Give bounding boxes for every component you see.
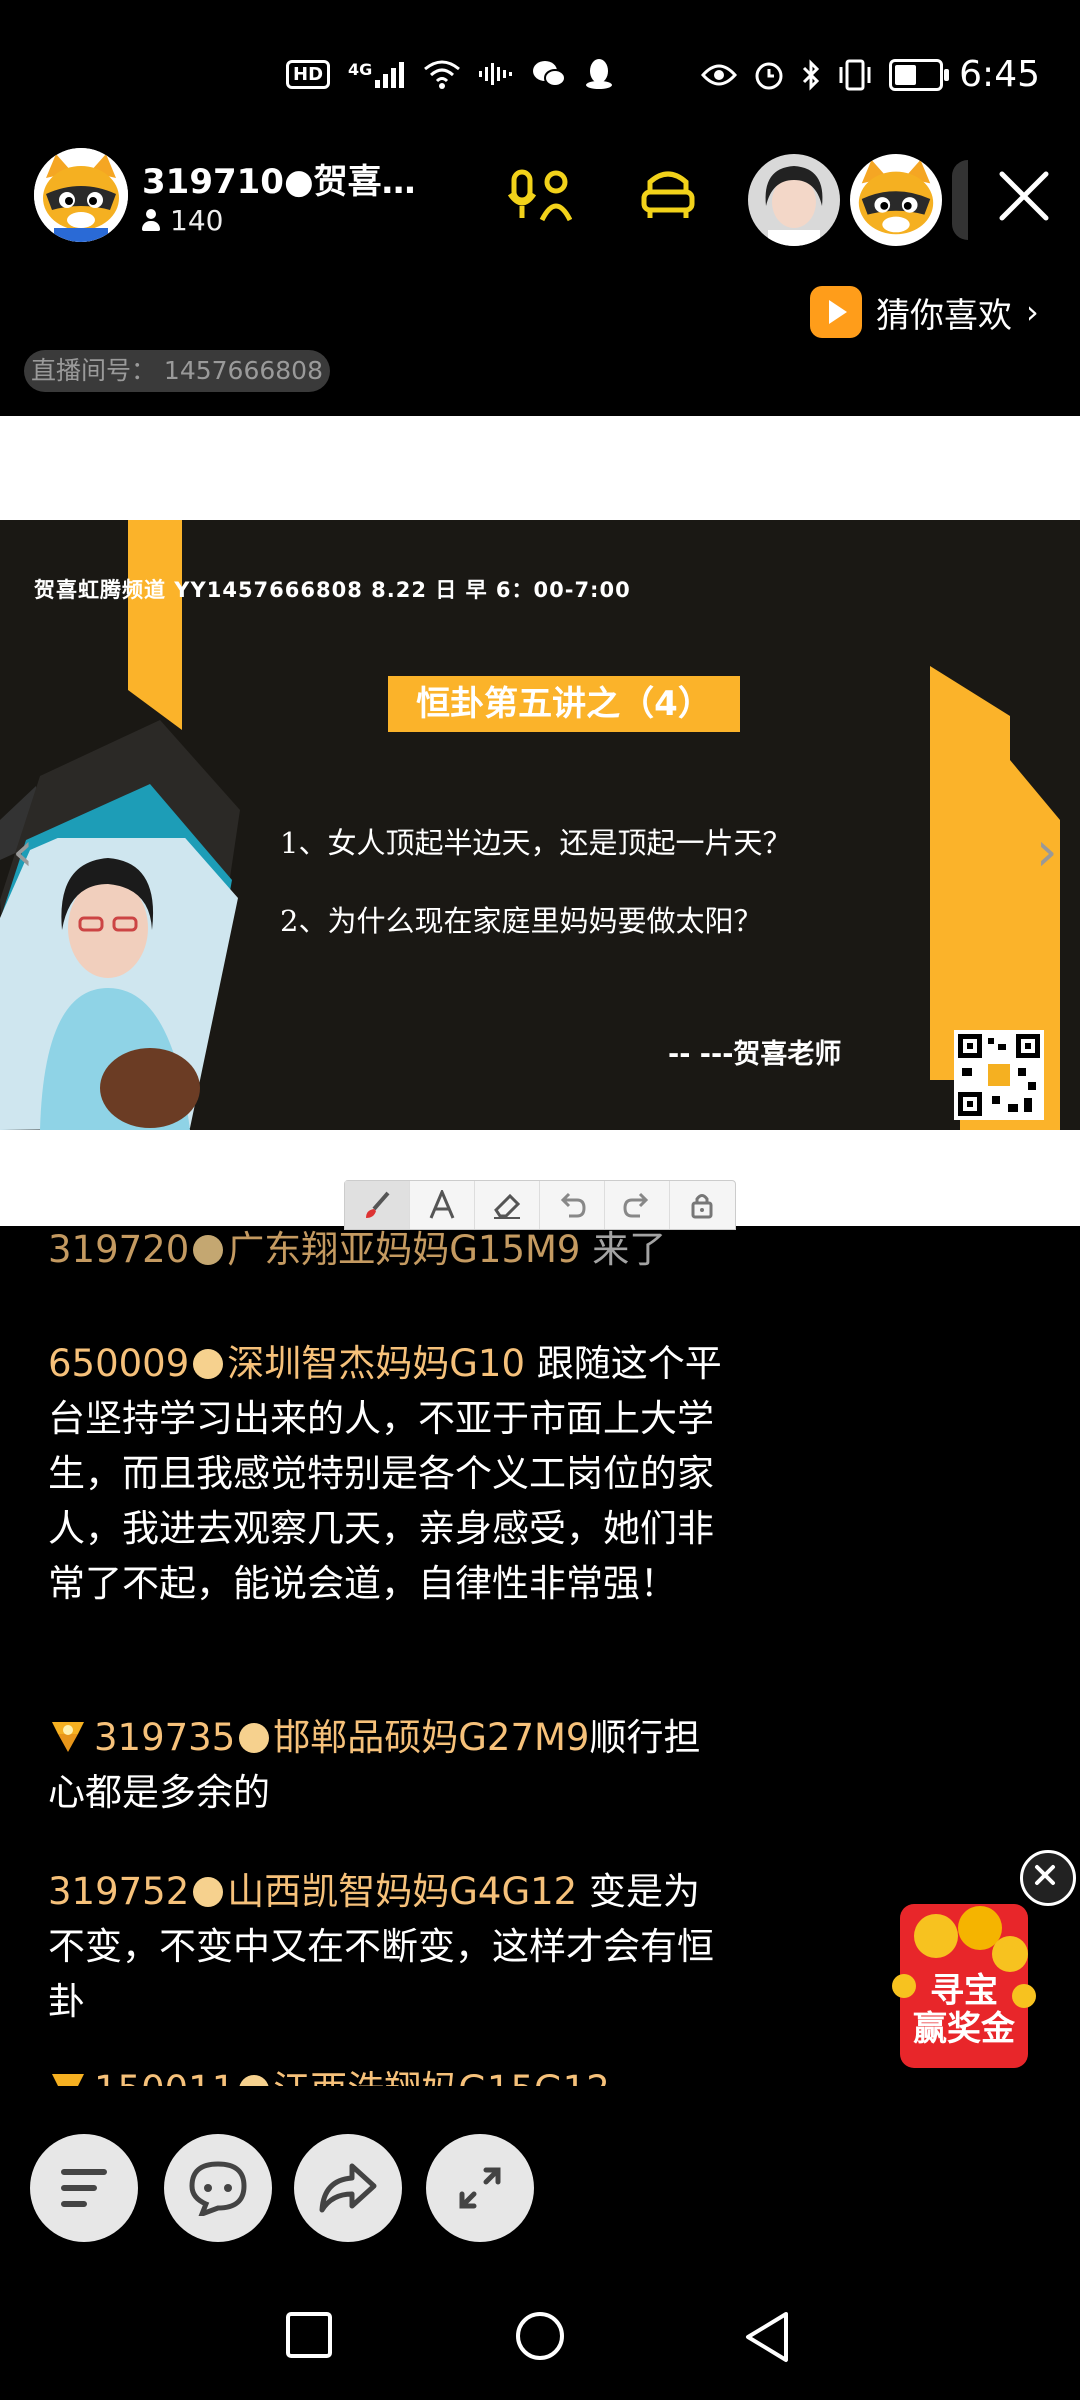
chat-bubble-icon: [189, 2161, 247, 2216]
play-icon: [810, 286, 862, 338]
chat-message: 650009 深圳智杰妈妈G10 跟随这个平台坚持学习出来的人，不亚于市面上大学生…: [48, 1336, 728, 1611]
fullscreen-button[interactable]: [426, 2134, 534, 2242]
close-icon: [1035, 1865, 1055, 1885]
room-name[interactable]: 319710●贺喜…: [142, 154, 416, 203]
share-button[interactable]: [294, 2134, 402, 2242]
slide-question-1: 1、女人顶起半边天，还是顶起一片天？: [280, 826, 792, 860]
close-icon[interactable]: [994, 166, 1054, 226]
eraser-tool[interactable]: [475, 1181, 540, 1229]
menu-button[interactable]: [30, 2134, 138, 2242]
chat-user-name[interactable]: 广东翔亚妈妈G15M9: [227, 1228, 580, 1271]
status-right: 6:45: [701, 54, 1040, 95]
text-icon: [429, 1190, 455, 1219]
chat-message: 319735 邯郸品硕妈G27M9顺行担心都是多余的: [48, 1710, 728, 1820]
next-slide-icon[interactable]: ›: [1036, 820, 1058, 883]
status-left: HD 4G: [286, 58, 613, 90]
vibrate-icon: [839, 59, 871, 90]
alarm-icon: [755, 62, 783, 89]
slide-question-2: 2、为什么现在家庭里妈妈要做太阳？: [280, 904, 763, 938]
qq-icon: [586, 59, 613, 89]
lock-icon: [691, 1194, 713, 1219]
treasure-line1: 寻宝: [930, 1971, 998, 2011]
host-avatar[interactable]: [34, 148, 128, 242]
home-icon[interactable]: [514, 2310, 566, 2362]
bluetooth-icon: [803, 58, 820, 91]
dot-icon: [193, 1877, 224, 1907]
viewer-count: 140: [142, 204, 223, 237]
lock-tool[interactable]: [670, 1181, 734, 1229]
chat-user-name[interactable]: 邯郸品硕妈G27M9: [273, 1716, 589, 1759]
rank-badge-icon: [52, 1722, 84, 1752]
slide: 贺喜虹腾频道 YY1457666808 8.22 日 早 6：00-7:00 恒…: [0, 520, 1080, 1130]
chat-user-name[interactable]: 江西浩翔妈G15G12: [273, 2068, 610, 2086]
chat-user-id: 650009: [48, 1342, 190, 1385]
wechat-icon: [533, 61, 567, 87]
person-icon: [142, 208, 160, 233]
network-label: 4G: [348, 60, 373, 79]
hd-badge: HD: [286, 59, 331, 89]
chevron-right-icon: ›: [1026, 293, 1039, 331]
chat-user-name[interactable]: 山西凯智妈妈G4G12: [227, 1870, 577, 1913]
wifi-icon: [424, 60, 461, 89]
treasure-line2: 赢奖金: [913, 2009, 1015, 2049]
voice-wave-icon: [479, 63, 513, 85]
whiteboard-toolbar: [344, 1180, 736, 1230]
dot-icon: [239, 1723, 270, 1753]
undo-icon: [560, 1192, 586, 1218]
text-tool[interactable]: [410, 1181, 475, 1229]
chat-message: 319752 山西凯智妈妈G4G12 变是为不变，不变中又在不断变，这样才会有恒卦: [48, 1864, 728, 2029]
signal-icon: 4G: [348, 60, 405, 88]
eye-icon: [701, 64, 738, 85]
more-viewers-edge: [952, 160, 968, 240]
treasure-text: 寻宝 赢奖金: [884, 1972, 1044, 2048]
qr-code: [954, 1030, 1044, 1120]
slide-signature: -- ---贺喜老师: [668, 1039, 842, 1070]
chat-user-id: 150011: [94, 2068, 235, 2086]
redo-tool[interactable]: [605, 1181, 670, 1229]
chat-user-id: 319720: [48, 1228, 190, 1271]
dot-icon: [193, 1235, 224, 1265]
chat-user-id: 319752: [48, 1870, 190, 1913]
dot-icon: [239, 2075, 270, 2086]
viewer-avatar[interactable]: [850, 154, 942, 246]
mic-queue-icon[interactable]: [508, 168, 572, 224]
treasure-banner[interactable]: 寻宝 赢奖金: [884, 1896, 1044, 2076]
chat-user-id: 319735: [94, 1716, 236, 1759]
chat-user-name[interactable]: 深圳智杰妈妈G10: [227, 1342, 525, 1385]
teacher-photo: [0, 838, 238, 1130]
back-icon[interactable]: [742, 2310, 792, 2364]
redo-icon: [623, 1192, 649, 1218]
chat-text: 来了: [580, 1228, 667, 1271]
brush-tool[interactable]: [345, 1181, 410, 1229]
battery-icon: [889, 58, 950, 91]
rank-badge-icon: [52, 2074, 84, 2086]
share-icon: [319, 2163, 377, 2213]
brush-icon: [366, 1191, 390, 1218]
chat-list[interactable]: 319720 广东翔亚妈妈G15M9 来了 650009 深圳智杰妈妈G10 跟随这…: [0, 1226, 740, 2086]
sofa-icon[interactable]: [640, 170, 696, 222]
room-id: 直播间号： 1457666808: [24, 350, 330, 392]
guess-label: 猜你喜欢: [876, 295, 1012, 336]
fullscreen-icon: [459, 2167, 501, 2209]
viewer-count-value: 140: [170, 204, 224, 237]
prev-slide-icon[interactable]: ‹: [12, 820, 34, 883]
slide-title: 恒卦第五讲之（4）: [388, 676, 740, 732]
battery-fill: [895, 64, 917, 85]
eraser-icon: [494, 1193, 521, 1219]
menu-icon: [61, 2169, 107, 2207]
guess-you-like-button[interactable]: 猜你喜欢 ›: [810, 286, 1039, 338]
channel-info: 贺喜虹腾频道 YY1457666808 8.22 日 早 6：00-7:00: [34, 578, 631, 602]
dot-icon: [193, 1349, 224, 1379]
chat-message: 150011 江西浩翔妈G15G12: [48, 2062, 728, 2086]
undo-tool[interactable]: [540, 1181, 605, 1229]
status-bar: HD 4G 6:45: [0, 0, 1080, 150]
chat-button[interactable]: [164, 2134, 272, 2242]
viewer-avatar[interactable]: [748, 154, 840, 246]
recent-apps-icon[interactable]: [284, 2310, 334, 2360]
status-time: 6:45: [959, 54, 1040, 95]
chat-message: 319720 广东翔亚妈妈G15M9 来了: [48, 1226, 728, 1277]
